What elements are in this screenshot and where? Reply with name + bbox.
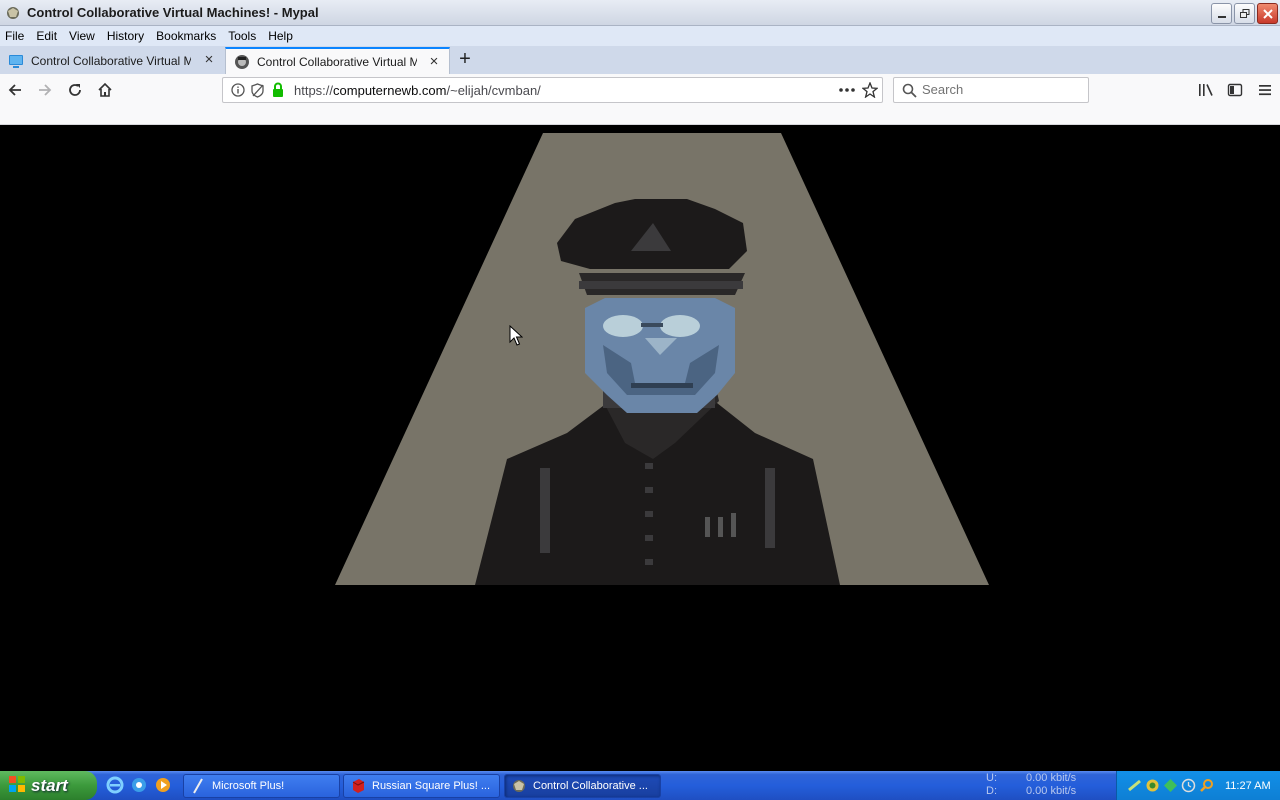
menu-tools[interactable]: Tools — [228, 29, 256, 43]
clock-tray-icon[interactable] — [1181, 778, 1196, 793]
windows-logo-icon — [8, 775, 26, 796]
close-icon[interactable] — [1257, 3, 1278, 24]
menu-bookmarks[interactable]: Bookmarks — [156, 29, 216, 43]
media-player-icon[interactable] — [154, 776, 172, 794]
mypal-app-icon — [5, 5, 21, 21]
page-content — [0, 125, 1280, 771]
task-label: Microsoft Plus! — [212, 780, 285, 792]
diamond-tray-icon[interactable] — [1163, 778, 1178, 793]
info-icon[interactable] — [231, 83, 245, 100]
bookmark-star-icon[interactable] — [861, 81, 879, 101]
url-text[interactable]: https://computernewb.com/~elijah/cvmban/ — [294, 83, 541, 98]
download-label: D: — [986, 785, 997, 797]
start-button[interactable]: start — [0, 771, 97, 800]
monitor-icon — [8, 53, 24, 69]
window-titlebar: Control Collaborative Virtual Machines! … — [0, 0, 1280, 26]
tab-strip: Control Collaborative Virtual Machines! … — [0, 46, 1280, 74]
tab-label: Control Collaborative Virtual Machines! — [257, 54, 417, 69]
close-tab-icon[interactable]: × — [202, 52, 216, 67]
taskbar-item-mypal[interactable]: Control Collaborative ... — [504, 774, 661, 798]
new-tab-icon[interactable]: + — [455, 49, 475, 70]
lock-icon[interactable] — [271, 82, 285, 101]
minimize-icon[interactable] — [1211, 3, 1232, 24]
url-host: computernewb.com — [333, 83, 447, 98]
page-actions-icon[interactable] — [838, 83, 856, 100]
menu-history[interactable]: History — [107, 29, 144, 43]
sidebar-icon[interactable] — [1224, 79, 1246, 101]
task-label: Russian Square Plus! ... — [372, 780, 491, 792]
forward-icon[interactable] — [34, 79, 56, 101]
reload-icon[interactable] — [64, 79, 86, 101]
url-path: /~elijah/cvmban/ — [446, 83, 541, 98]
back-icon[interactable] — [4, 79, 26, 101]
plus-feather-icon — [190, 778, 206, 794]
toolbar-spacer — [0, 106, 1280, 125]
red-cube-icon — [350, 778, 366, 794]
home-icon[interactable] — [94, 79, 116, 101]
officer-favicon-icon — [234, 54, 250, 70]
url-bar[interactable]: https://computernewb.com/~elijah/cvmban/ — [222, 77, 883, 103]
network-monitor: U: 0.00 kbit/s D: 0.00 kbit/s — [978, 772, 1116, 800]
url-prefix: https:// — [294, 83, 334, 98]
taskbar-item-microsoft-plus[interactable]: Microsoft Plus! — [183, 774, 340, 798]
menu-view[interactable]: View — [69, 29, 95, 43]
mypal-app-icon — [511, 778, 527, 794]
menu-bar: File Edit View History Bookmarks Tools H… — [0, 26, 1280, 46]
window-title: Control Collaborative Virtual Machines! … — [27, 5, 319, 20]
download-rate: 0.00 kbit/s — [1026, 785, 1077, 797]
search-icon — [902, 83, 917, 101]
upload-label: U: — [986, 772, 997, 784]
menu-file[interactable]: File — [5, 29, 24, 43]
library-icon[interactable] — [1195, 79, 1217, 101]
tab-label: Control Collaborative Virtual Machines! — [31, 53, 191, 68]
close-tab-icon[interactable]: × — [427, 54, 441, 69]
navigation-toolbar: https://computernewb.com/~elijah/cvmban/ — [0, 74, 1280, 106]
tab-active[interactable]: Control Collaborative Virtual Machines! … — [225, 47, 450, 74]
start-label: start — [31, 775, 68, 795]
quick-launch — [106, 776, 172, 794]
system-tray: 11:27 AM — [1116, 771, 1280, 800]
search-bar[interactable] — [893, 77, 1089, 103]
security-tray-icon[interactable] — [1145, 778, 1160, 793]
taskbar-item-russian-square[interactable]: Russian Square Plus! ... — [343, 774, 500, 798]
outlook-express-icon[interactable] — [130, 776, 148, 794]
taskbar: start Microsoft Plus! Russian Square Plu… — [0, 771, 1280, 800]
network-tray-icon[interactable] — [1127, 778, 1142, 793]
mouse-cursor-icon — [509, 325, 523, 346]
menu-edit[interactable]: Edit — [36, 29, 57, 43]
search-input[interactable] — [922, 82, 1082, 97]
tracking-protection-icon[interactable] — [250, 83, 265, 101]
magnifier-tray-icon[interactable] — [1199, 778, 1214, 793]
taskbar-clock[interactable]: 11:27 AM — [1225, 780, 1271, 792]
tab-inactive[interactable]: Control Collaborative Virtual Machines! … — [0, 47, 224, 74]
internet-explorer-icon[interactable] — [106, 776, 124, 794]
task-label: Control Collaborative ... — [533, 780, 648, 792]
officer-pixel-art — [335, 133, 989, 585]
restore-icon[interactable] — [1234, 3, 1255, 24]
upload-rate: 0.00 kbit/s — [1026, 772, 1077, 784]
hamburger-menu-icon[interactable] — [1254, 79, 1276, 101]
menu-help[interactable]: Help — [268, 29, 293, 43]
